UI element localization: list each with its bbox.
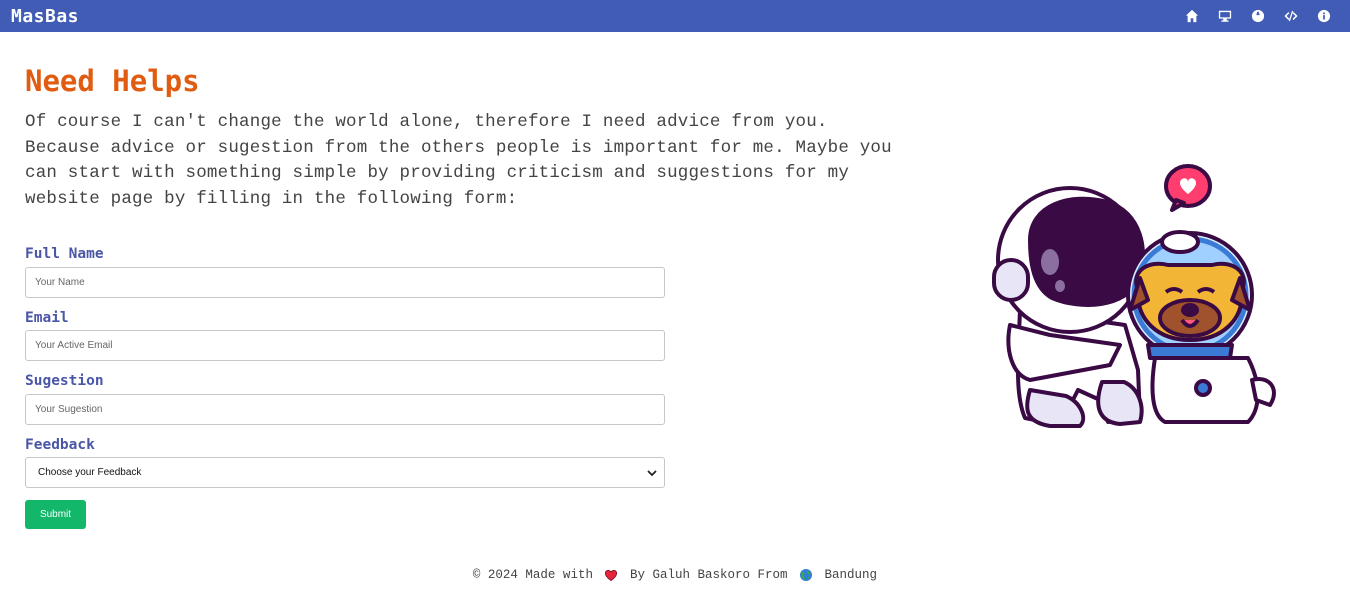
feedback-select[interactable]: Choose your Feedback bbox=[25, 457, 665, 488]
heart-icon bbox=[604, 568, 618, 582]
email-input[interactable] bbox=[25, 330, 665, 361]
info-icon[interactable] bbox=[1316, 8, 1332, 24]
brand-logo-text[interactable]: MasBas bbox=[11, 6, 79, 27]
desktop-icon[interactable] bbox=[1217, 8, 1233, 24]
footer-city: Bandung bbox=[824, 568, 878, 582]
intro-paragraph: Of course I can't change the world alone… bbox=[25, 112, 892, 209]
suggestion-label: Sugestion bbox=[25, 373, 104, 389]
feedback-label: Feedback bbox=[25, 437, 95, 453]
full-name-label: Full Name bbox=[25, 246, 104, 262]
footer-copyright: © 2024 Made with bbox=[472, 568, 593, 582]
footer-author: By Galuh Baskoro From bbox=[629, 568, 788, 582]
astronaut-dog-illustration bbox=[990, 160, 1290, 435]
footer: © 2024 Made with By Galuh Baskoro From B… bbox=[0, 568, 1350, 582]
chevron-down-icon bbox=[646, 467, 658, 479]
suggestion-input[interactable] bbox=[25, 394, 665, 425]
globe-icon[interactable] bbox=[1250, 8, 1266, 24]
code-icon[interactable] bbox=[1283, 8, 1299, 24]
earth-globe-icon bbox=[799, 568, 813, 582]
home-icon[interactable] bbox=[1184, 8, 1200, 24]
full-name-input[interactable] bbox=[25, 267, 665, 298]
feedback-selected-value: Choose your Feedback bbox=[38, 467, 142, 478]
top-navbar: MasBas bbox=[0, 0, 1350, 32]
page-title: Need Helps bbox=[25, 64, 200, 98]
nav-icon-group bbox=[1184, 8, 1332, 24]
email-label: Email bbox=[25, 310, 69, 326]
submit-button[interactable]: Submit bbox=[25, 500, 86, 529]
